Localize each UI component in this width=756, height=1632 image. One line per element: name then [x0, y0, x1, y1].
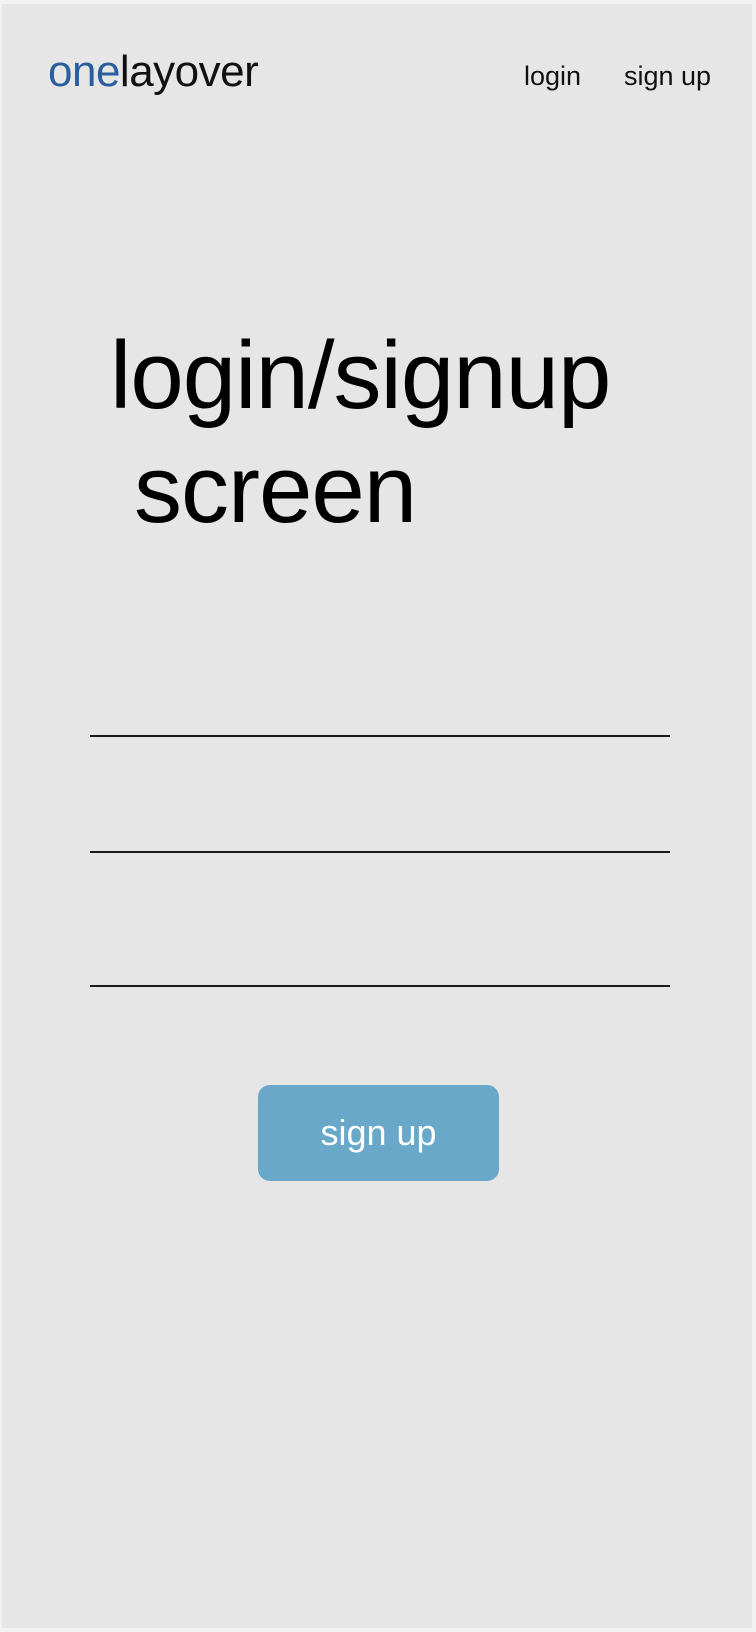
input-field-1[interactable] — [90, 675, 670, 735]
page-title-line-1: login/signup — [110, 322, 611, 429]
nav-signup-link[interactable]: sign up — [624, 56, 711, 96]
sign-up-button[interactable]: sign up — [258, 1085, 499, 1181]
nav-login-link[interactable]: login — [524, 56, 581, 96]
logo[interactable]: onelayover — [48, 44, 259, 100]
input-underline-2 — [90, 851, 670, 853]
app-frame: onelayover login sign up login/signup sc… — [0, 0, 756, 1632]
logo-highlight: one — [48, 47, 120, 96]
input-field-2[interactable] — [90, 791, 670, 851]
logo-text: layover — [119, 47, 259, 96]
screen: onelayover login sign up login/signup sc… — [2, 4, 752, 1628]
input-underline-3 — [90, 985, 670, 987]
input-underline-1 — [90, 735, 670, 737]
page-title-line-2: screen — [134, 436, 417, 543]
input-field-3[interactable] — [90, 925, 670, 985]
